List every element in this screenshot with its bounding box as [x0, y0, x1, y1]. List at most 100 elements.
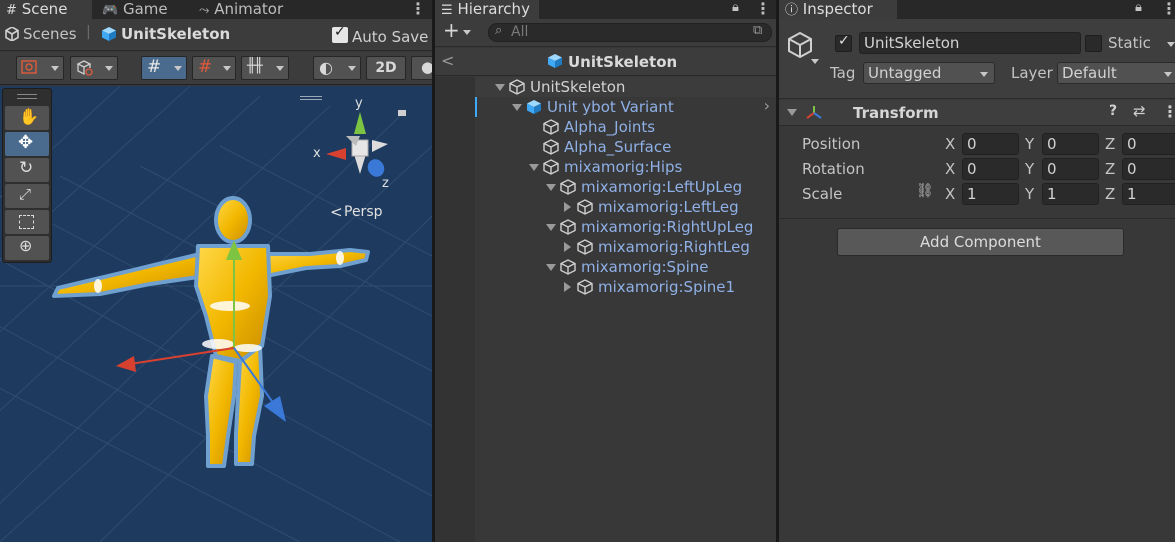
projection-toggle[interactable]: < Persp — [330, 203, 400, 222]
rotation-y-label[interactable]: Y — [1025, 160, 1034, 178]
hierarchy-item[interactable]: Unit ybot Variant › — [475, 96, 776, 117]
scale-x-field[interactable]: 1 — [962, 183, 1019, 205]
expand-arrow-icon[interactable] — [495, 84, 505, 91]
view-options-dropdown[interactable] — [70, 56, 118, 80]
tab-hierarchy[interactable]: ☰ Hierarchy — [435, 0, 539, 19]
hierarchy-item[interactable]: mixamorig:LeftUpLeg — [475, 177, 776, 197]
hierarchy-item[interactable]: mixamorig:LeftLeg — [475, 197, 776, 217]
static-checkbox[interactable] — [1085, 35, 1102, 52]
toggle-2d-button[interactable]: 2D — [366, 56, 406, 80]
checkmark-icon: ✓ — [334, 24, 346, 40]
scene-orientation-gizmo[interactable]: y x z — [312, 96, 402, 206]
rotation-y-field[interactable]: 0 — [1042, 158, 1099, 180]
help-icon[interactable]: ? — [1109, 103, 1117, 119]
tab-scene[interactable]: # Scene — [0, 0, 92, 19]
more-options-icon[interactable]: ⋮ — [1161, 0, 1175, 19]
viewport-overlay-handle[interactable] — [300, 96, 322, 100]
more-options-icon[interactable]: ⋮ — [410, 0, 426, 19]
back-arrow-icon[interactable]: < — [441, 51, 454, 70]
hierarchy-item[interactable]: mixamorig:RightLeg — [475, 237, 776, 257]
gameobject-icon — [543, 139, 559, 155]
rotation-x-label[interactable]: X — [945, 160, 955, 178]
rotation-z-field[interactable]: 0 — [1122, 158, 1175, 180]
position-y-label[interactable]: Y — [1025, 135, 1034, 153]
expand-arrow-icon[interactable] — [546, 184, 556, 191]
tab-animator[interactable]: ⤳ Animator — [193, 0, 303, 19]
scale-x-label[interactable]: X — [945, 185, 955, 203]
checkmark-icon: ✓ — [838, 33, 850, 49]
collapse-arrow-icon[interactable] — [564, 202, 571, 212]
hierarchy-item[interactable]: mixamorig:RightUpLeg — [475, 217, 776, 237]
scale-z-label[interactable]: Z — [1105, 185, 1115, 203]
rotation-x-field[interactable]: 0 — [962, 158, 1019, 180]
hierarchy-item[interactable]: UnitSkeleton — [475, 77, 776, 97]
hierarchy-item[interactable]: Alpha_Surface — [475, 137, 776, 157]
rect-tool-button[interactable] — [5, 210, 49, 234]
animator-icon: ⤳ — [199, 3, 210, 18]
open-prefab-icon[interactable]: › — [764, 96, 770, 115]
hierarchy-item[interactable]: mixamorig:Hips — [475, 157, 776, 177]
collapse-arrow-icon[interactable] — [564, 282, 571, 292]
gameobject-icon — [560, 179, 576, 195]
create-button[interactable]: + — [441, 18, 475, 43]
transform-tool-button[interactable]: ⊕ — [5, 236, 49, 260]
static-dropdown-caret[interactable] — [1167, 42, 1175, 47]
move-tool-button[interactable]: ✥ — [5, 132, 49, 156]
expand-arrow-icon[interactable] — [546, 224, 556, 231]
position-z-field[interactable]: 0 — [1122, 133, 1175, 155]
expand-arrow-icon[interactable] — [546, 264, 556, 271]
lock-icon[interactable]: 🔒︎ — [1135, 0, 1142, 15]
scale-y-field[interactable]: 1 — [1042, 183, 1099, 205]
tab-inspector[interactable]: ⓘ Inspector — [779, 0, 897, 19]
position-z-label[interactable]: Z — [1105, 135, 1115, 153]
rotate-tool-button[interactable]: ↻ — [5, 158, 49, 182]
hierarchy-item[interactable]: mixamorig:Spine — [475, 257, 776, 277]
collapse-arrow-icon[interactable] — [564, 242, 571, 252]
component-menu-icon[interactable]: ⋮ — [1162, 102, 1175, 121]
move-gizmo[interactable] — [110, 236, 310, 436]
expand-arrow-icon[interactable] — [512, 104, 522, 111]
more-options-icon[interactable]: ⋮ — [755, 0, 771, 19]
rotation-z-label[interactable]: Z — [1105, 160, 1115, 178]
overlay-drag-handle[interactable] — [17, 94, 37, 99]
auto-save-checkbox[interactable]: ✓ — [332, 24, 348, 43]
add-component-button[interactable]: Add Component — [837, 228, 1124, 256]
inspector-tab-bar: ⓘ Inspector 🔒︎ ⋮ — [779, 0, 1175, 19]
expand-arrow-icon[interactable] — [529, 164, 539, 171]
increment-snap-toggle[interactable]: # — [192, 56, 236, 80]
scale-y-label[interactable]: Y — [1025, 185, 1034, 203]
scene-viewport[interactable]: y x z < Persp ✋ ✥ ↻ ⤢ ⊕ — [0, 86, 432, 542]
draw-mode-dropdown[interactable] — [16, 56, 64, 80]
transform-header[interactable]: Transform ? ⇄ ⋮ — [779, 100, 1175, 126]
position-x-field[interactable]: 0 — [962, 133, 1019, 155]
tab-game[interactable]: 🎮 Game — [96, 0, 191, 19]
icon-dropdown-caret[interactable] — [811, 59, 819, 64]
hierarchy-item[interactable]: Alpha_Joints — [475, 117, 776, 137]
prefab-header-title: UnitSkeleton — [568, 53, 678, 71]
scale-z-field[interactable]: 1 — [1122, 183, 1175, 205]
search-input[interactable]: ⌕ All ⧉ — [488, 23, 772, 42]
gizmo-ruler-dropdown[interactable]: ╫╫ — [241, 56, 289, 80]
collapse-arrow-icon[interactable] — [787, 109, 797, 116]
breadcrumb-current[interactable]: UnitSkeleton — [121, 25, 230, 43]
hierarchy-tab-bar: ☰ Hierarchy 🔒︎ ⋮ — [435, 0, 776, 19]
gameobject-icon — [543, 119, 559, 135]
hand-tool-button[interactable]: ✋ — [5, 106, 49, 130]
lock-icon[interactable]: 🔒︎ — [732, 0, 739, 15]
position-x-label[interactable]: X — [945, 135, 955, 153]
camera-settings-dropdown[interactable]: ◐ — [313, 56, 361, 80]
active-checkbox[interactable]: ✓ — [835, 33, 852, 52]
breadcrumb-scenes[interactable]: Scenes — [23, 25, 77, 43]
grid-snap-toggle[interactable]: # — [141, 56, 187, 80]
hierarchy-item[interactable]: mixamorig:Spine1 — [475, 277, 776, 297]
layer-dropdown[interactable]: Default — [1057, 62, 1175, 84]
tag-dropdown[interactable]: Untagged — [863, 62, 995, 84]
position-y-field[interactable]: 0 — [1042, 133, 1099, 155]
preset-icon[interactable]: ⇄ — [1133, 102, 1146, 120]
lighting-toggle[interactable]: ● — [411, 56, 432, 80]
search-scope-icon[interactable]: ⧉ — [753, 23, 762, 38]
sphere-icon: ◐ — [319, 58, 333, 77]
scale-tool-button[interactable]: ⤢ — [5, 184, 49, 208]
object-name-field[interactable]: UnitSkeleton — [859, 32, 1081, 54]
constrain-proportions-icon[interactable]: ⛓︎ — [916, 183, 934, 199]
